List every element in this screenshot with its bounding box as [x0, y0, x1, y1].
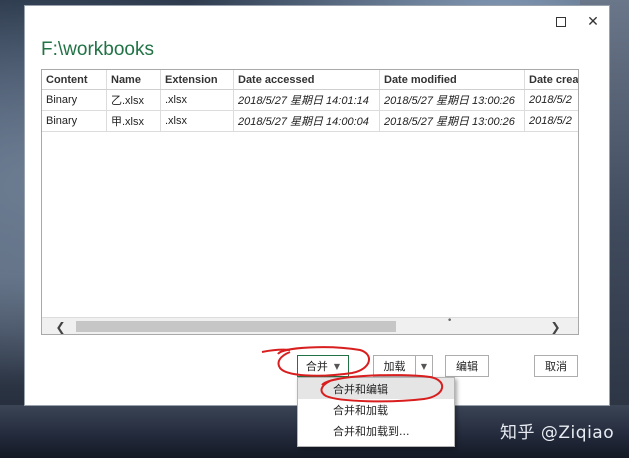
cell-date-modified: 2018/5/27 星期日 13:00:26 — [380, 90, 525, 110]
table-header-row: Content Name Extension Date accessed Dat… — [42, 70, 578, 90]
horizontal-scrollbar[interactable]: ❮ • ❯ — [42, 316, 578, 334]
column-header-name[interactable]: Name — [107, 70, 161, 89]
column-header-date-accessed[interactable]: Date accessed — [234, 70, 380, 89]
column-header-content[interactable]: Content — [42, 70, 107, 89]
cell-name: 甲.xlsx — [107, 111, 161, 131]
close-icon: ✕ — [587, 14, 599, 30]
scroll-right-icon[interactable]: ❯ — [547, 318, 564, 334]
combine-button-label: 合并 — [305, 360, 328, 373]
menu-item-combine-and-load-to[interactable]: 合并和加载到... — [298, 420, 454, 441]
combine-button[interactable]: 合并 ▼ — [297, 355, 349, 377]
combine-dropdown-menu: 合并和编辑 合并和加载 合并和加载到... — [297, 377, 455, 447]
cancel-button[interactable]: 取消 — [534, 355, 578, 377]
table-row[interactable]: Binary 乙.xlsx .xlsx 2018/5/27 星期日 14:01:… — [42, 90, 578, 111]
scroll-left-icon[interactable]: ❮ — [52, 318, 69, 334]
combine-files-dialog: ✕ F:\workbooks Content Name Extension Da… — [24, 5, 610, 406]
load-button-label: 加载 — [383, 360, 406, 373]
watermark-text: 知乎 @Ziqiao — [500, 423, 615, 443]
cell-name: 乙.xlsx — [107, 90, 161, 110]
maximize-button[interactable] — [550, 12, 572, 32]
edit-button[interactable]: 编辑 — [445, 355, 489, 377]
cell-extension: .xlsx — [161, 90, 234, 110]
cell-content: Binary — [42, 90, 107, 110]
maximize-icon — [556, 17, 566, 27]
dialog-title: F:\workbooks — [41, 39, 154, 60]
menu-item-combine-and-edit[interactable]: 合并和编辑 — [298, 378, 454, 399]
cell-content: Binary — [42, 111, 107, 131]
cell-extension: .xlsx — [161, 111, 234, 131]
load-button[interactable]: 加载 — [373, 355, 416, 377]
edit-button-label: 编辑 — [456, 360, 478, 373]
caret-down-icon: ▼ — [420, 361, 428, 371]
column-header-extension[interactable]: Extension — [161, 70, 234, 89]
scroll-indicator-icon: • — [447, 316, 453, 326]
caret-down-icon: ▼ — [333, 361, 341, 371]
cell-date-created: 2018/5/2 — [529, 94, 572, 106]
scrollbar-thumb[interactable] — [76, 321, 396, 332]
column-header-date-modified[interactable]: Date modified — [380, 70, 525, 89]
cell-date-accessed: 2018/5/27 星期日 14:00:04 — [234, 111, 380, 131]
cell-date-accessed: 2018/5/27 星期日 14:01:14 — [234, 90, 380, 110]
cell-date-created: 2018/5/2 — [529, 115, 572, 127]
load-dropdown-button[interactable]: ▼ — [416, 355, 433, 377]
menu-item-combine-and-load[interactable]: 合并和加载 — [298, 399, 454, 420]
cancel-button-label: 取消 — [545, 360, 567, 373]
table-row[interactable]: Binary 甲.xlsx .xlsx 2018/5/27 星期日 14:00:… — [42, 111, 578, 132]
cell-date-modified: 2018/5/27 星期日 13:00:26 — [380, 111, 525, 131]
close-button[interactable]: ✕ — [582, 12, 604, 32]
column-header-date-created[interactable]: Date crea — [525, 70, 578, 89]
files-table: Content Name Extension Date accessed Dat… — [41, 69, 579, 335]
